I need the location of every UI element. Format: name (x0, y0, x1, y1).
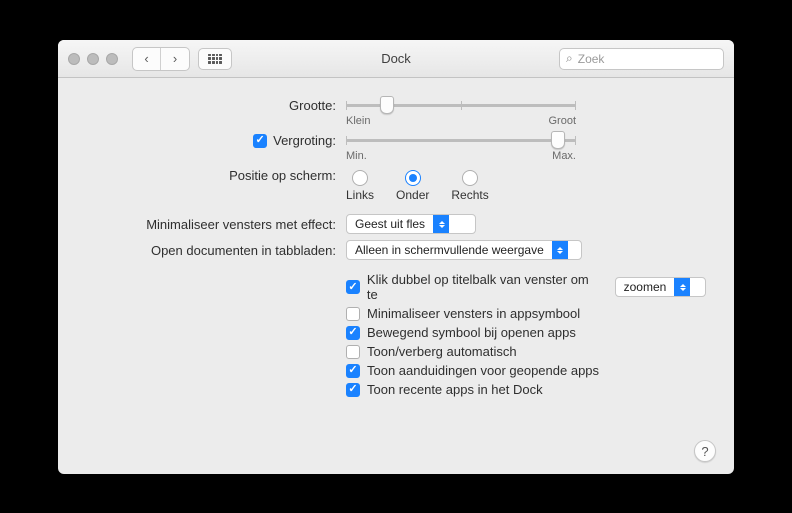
position-left-label: Links (346, 188, 374, 202)
open-tabs-popup[interactable]: Alleen in schermvullende weergave (346, 240, 582, 260)
position-label: Positie op scherm: (229, 168, 336, 183)
close-window-button[interactable] (68, 53, 80, 65)
content-pane: Grootte: Klein Groot Vergroting: (58, 78, 734, 474)
double-click-action-popup[interactable]: zoomen (615, 277, 706, 297)
open-tabs-value: Alleen in schermvullende weergave (347, 243, 552, 257)
double-click-action-value: zoomen (616, 280, 675, 294)
animate-open-label: Bewegend symbool bij openen apps (367, 325, 576, 340)
position-right-label: Rechts (451, 188, 488, 202)
search-input[interactable] (578, 52, 717, 66)
position-radio-group: Links Onder Rechts (346, 170, 706, 202)
popup-arrows-icon (674, 278, 690, 296)
position-right-radio[interactable] (462, 170, 478, 186)
magnify-max-label: Max. (552, 150, 576, 162)
grid-icon (208, 54, 222, 64)
recent-apps-label: Toon recente apps in het Dock (367, 382, 543, 397)
animate-open-checkbox[interactable] (346, 326, 360, 340)
zoom-window-button[interactable] (106, 53, 118, 65)
size-slider[interactable] (346, 96, 576, 114)
back-button[interactable]: ‹ (133, 48, 161, 70)
forward-button[interactable]: › (161, 48, 189, 70)
position-bottom-label: Onder (396, 188, 429, 202)
double-click-titlebar-label: Klik dubbel op titelbalk van venster om … (367, 272, 602, 302)
help-button[interactable]: ? (694, 440, 716, 462)
magnify-min-label: Min. (346, 150, 367, 162)
chevron-left-icon: ‹ (144, 51, 148, 66)
size-max-label: Groot (548, 115, 576, 127)
minimize-into-icon-checkbox[interactable] (346, 307, 360, 321)
position-left-radio[interactable] (352, 170, 368, 186)
size-min-label: Klein (346, 115, 370, 127)
minimize-effect-popup[interactable]: Geest uit fles (346, 214, 476, 234)
options-list: Klik dubbel op titelbalk van venster om … (346, 272, 706, 397)
indicators-checkbox[interactable] (346, 364, 360, 378)
magnify-checkbox[interactable] (253, 134, 267, 148)
minimize-into-icon-label: Minimaliseer vensters in appsymbool (367, 306, 580, 321)
window-controls (68, 53, 118, 65)
magnify-slider[interactable] (346, 131, 576, 149)
size-label: Grootte: (289, 98, 336, 113)
chevron-right-icon: › (173, 51, 177, 66)
minimize-effect-value: Geest uit fles (347, 217, 433, 231)
autohide-label: Toon/verberg automatisch (367, 344, 517, 359)
magnify-label: Vergroting: (273, 133, 336, 148)
search-icon: ⌕ (566, 51, 573, 66)
titlebar: ‹ › Dock ⌕ (58, 40, 734, 78)
recent-apps-checkbox[interactable] (346, 383, 360, 397)
minimize-window-button[interactable] (87, 53, 99, 65)
preferences-window: ‹ › Dock ⌕ Grootte: (58, 40, 734, 474)
nav-segment: ‹ › (132, 47, 190, 71)
popup-arrows-icon (552, 241, 568, 259)
indicators-label: Toon aanduidingen voor geopende apps (367, 363, 599, 378)
minimize-effect-label: Minimaliseer vensters met effect: (146, 217, 336, 232)
help-icon: ? (701, 444, 708, 459)
autohide-checkbox[interactable] (346, 345, 360, 359)
popup-arrows-icon (433, 215, 449, 233)
double-click-titlebar-checkbox[interactable] (346, 280, 360, 294)
show-all-button[interactable] (198, 48, 232, 70)
search-field[interactable]: ⌕ (559, 48, 724, 70)
position-bottom-radio[interactable] (405, 170, 421, 186)
open-tabs-label: Open documenten in tabbladen: (151, 243, 336, 258)
